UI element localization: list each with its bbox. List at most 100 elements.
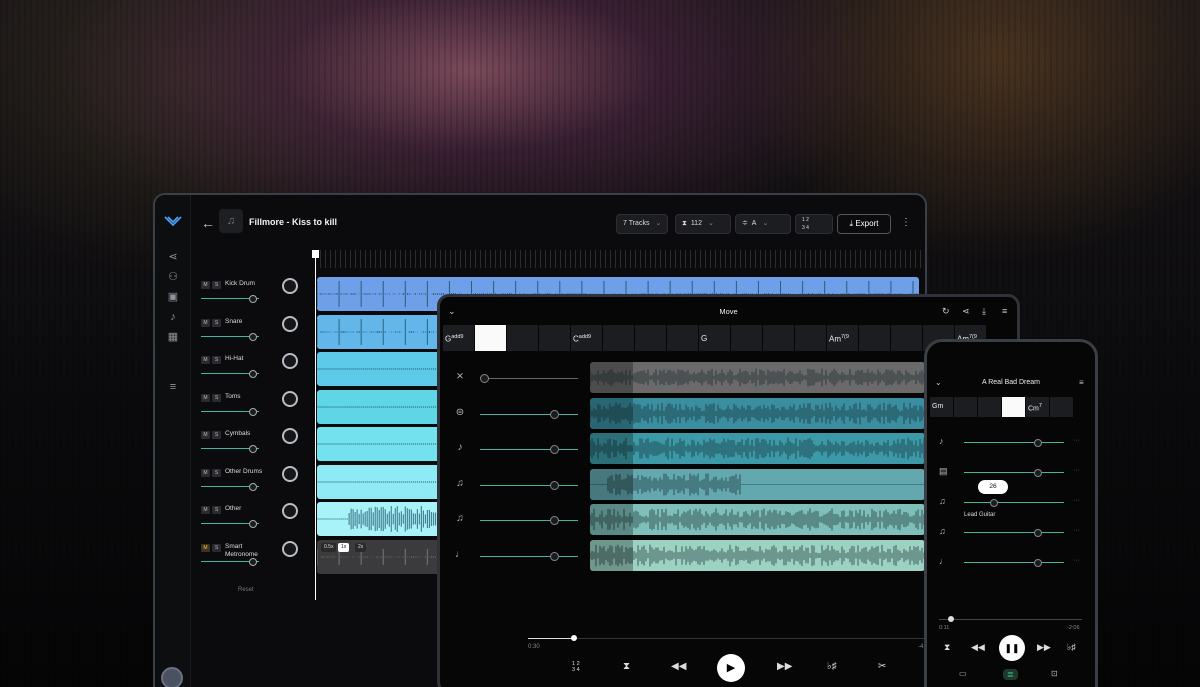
- volume-slider[interactable]: [480, 409, 578, 419]
- chord-cell[interactable]: [1050, 397, 1073, 417]
- guitar-icon[interactable]: ♪: [167, 311, 179, 323]
- pan-knob[interactable]: [282, 390, 298, 407]
- pan-knob[interactable]: [282, 540, 298, 557]
- mute-button[interactable]: M: [201, 506, 210, 514]
- rewind-icon[interactable]: ◀◀: [971, 642, 985, 653]
- more-icon[interactable]: ···: [1073, 527, 1080, 534]
- volume-slider[interactable]: [964, 439, 1064, 447]
- playlist-icon[interactable]: ≡: [167, 381, 179, 393]
- more-icon[interactable]: ···: [1073, 467, 1080, 474]
- volume-slider[interactable]: [201, 407, 259, 416]
- chord-cell[interactable]: Gm: [930, 397, 953, 417]
- track-lane[interactable]: [590, 504, 925, 535]
- volume-slider[interactable]: [201, 445, 259, 453]
- metronome-icon[interactable]: ⧗: [944, 642, 950, 653]
- pan-knob[interactable]: [282, 428, 298, 444]
- chord-cell[interactable]: [667, 325, 698, 351]
- mixer-tab-icon[interactable]: ≣: [1003, 669, 1018, 680]
- volume-slider[interactable]: [201, 482, 259, 491]
- chord-cell[interactable]: [891, 325, 922, 351]
- mute-button[interactable]: M: [201, 281, 210, 289]
- chord-cell[interactable]: Cadd9: [571, 325, 602, 351]
- download-icon[interactable]: ⤓: [982, 306, 986, 317]
- chord-cell[interactable]: [603, 325, 634, 351]
- chord-cell[interactable]: Cm7: [1026, 397, 1049, 417]
- progress-knob[interactable]: [571, 635, 577, 641]
- key-dropdown[interactable]: ≑ A ⌄: [735, 214, 791, 234]
- chord-cell[interactable]: Am7(9: [827, 325, 858, 351]
- chord-cell[interactable]: [1002, 397, 1025, 417]
- timeline-ruler[interactable]: [315, 250, 925, 268]
- volume-slider[interactable]: [201, 557, 259, 566]
- track-lane[interactable]: [590, 468, 925, 500]
- play-button[interactable]: ▶: [717, 654, 745, 682]
- fast-forward-icon[interactable]: ▶▶: [777, 661, 792, 672]
- more-icon[interactable]: ···: [1073, 497, 1080, 504]
- volume-slider[interactable]: [964, 529, 1064, 537]
- chord-cell[interactable]: [507, 325, 538, 351]
- progress-bar[interactable]: [528, 635, 938, 641]
- volume-slider[interactable]: [201, 332, 259, 341]
- back-arrow-icon[interactable]: ←: [201, 215, 215, 231]
- speed-option[interactable]: 1x: [338, 542, 350, 552]
- chord-cell[interactable]: [954, 397, 977, 417]
- menu-icon[interactable]: ≡: [1079, 378, 1084, 387]
- chord-cell[interactable]: [978, 397, 1001, 417]
- track-lane[interactable]: [590, 433, 925, 464]
- speaker-icon[interactable]: ▣: [167, 291, 179, 303]
- pan-knob[interactable]: [282, 353, 298, 369]
- chord-cell[interactable]: [763, 325, 794, 351]
- pan-knob[interactable]: [282, 503, 298, 519]
- time-signature-button[interactable]: 1 2 3 4: [572, 661, 580, 673]
- phone-progress-bar[interactable]: [939, 616, 1082, 622]
- pause-button[interactable]: ❚❚: [999, 635, 1025, 661]
- chord-cell[interactable]: [731, 325, 762, 351]
- track-lane[interactable]: [590, 539, 925, 571]
- mute-button[interactable]: M: [201, 393, 210, 402]
- solo-button[interactable]: S: [212, 468, 221, 477]
- solo-button[interactable]: S: [212, 431, 221, 439]
- tracks-dropdown[interactable]: 7 Tracks ⌄: [616, 214, 669, 234]
- rewind-icon[interactable]: ◀◀: [671, 661, 686, 672]
- tempo-dropdown[interactable]: ⧗ 112 ⌄: [675, 214, 731, 234]
- mute-button[interactable]: M: [201, 431, 210, 439]
- fast-forward-icon[interactable]: ▶▶: [1037, 642, 1051, 653]
- pan-knob[interactable]: [282, 315, 298, 332]
- solo-button[interactable]: S: [212, 393, 221, 402]
- chord-cell[interactable]: G: [699, 325, 730, 351]
- more-icon[interactable]: ···: [1073, 557, 1080, 564]
- chord-cell[interactable]: [539, 325, 570, 351]
- speed-option[interactable]: 2x: [355, 542, 367, 552]
- volume-slider[interactable]: [480, 445, 578, 454]
- metronome-icon[interactable]: ⧗: [623, 661, 630, 672]
- menu-icon[interactable]: ≡: [1002, 306, 1007, 316]
- more-options-icon[interactable]: ⋮: [901, 217, 911, 228]
- volume-slider[interactable]: [480, 551, 578, 561]
- track-lane[interactable]: [590, 397, 925, 429]
- chord-cell[interactable]: Gadd9: [443, 325, 474, 351]
- volume-slider[interactable]: [964, 559, 1064, 567]
- solo-button[interactable]: S: [212, 543, 221, 552]
- loop-region[interactable]: [590, 361, 633, 571]
- track-lane[interactable]: [590, 362, 925, 393]
- share-icon[interactable]: ⋖: [167, 251, 179, 263]
- chord-cell[interactable]: [475, 325, 506, 351]
- avatar[interactable]: [161, 667, 183, 687]
- volume-slider[interactable]: [480, 516, 578, 525]
- pan-knob[interactable]: [282, 465, 298, 482]
- pan-knob[interactable]: [282, 278, 298, 294]
- chord-cell[interactable]: [795, 325, 826, 351]
- volume-slider[interactable]: [201, 520, 259, 528]
- volume-slider[interactable]: [201, 370, 259, 378]
- mute-button[interactable]: M: [201, 356, 210, 364]
- export-button[interactable]: ⤓ Export: [837, 214, 891, 234]
- solo-button[interactable]: S: [212, 318, 221, 327]
- mute-button[interactable]: M: [201, 543, 210, 552]
- chord-cell[interactable]: [859, 325, 890, 351]
- time-signature-dropdown[interactable]: 1 2 3 4: [795, 214, 833, 234]
- speed-option[interactable]: 0.5x: [321, 542, 337, 552]
- volume-slider[interactable]: [964, 499, 1064, 507]
- chord-cell[interactable]: [635, 325, 666, 351]
- solo-button[interactable]: S: [212, 506, 221, 514]
- refresh-icon[interactable]: ↻: [942, 306, 950, 317]
